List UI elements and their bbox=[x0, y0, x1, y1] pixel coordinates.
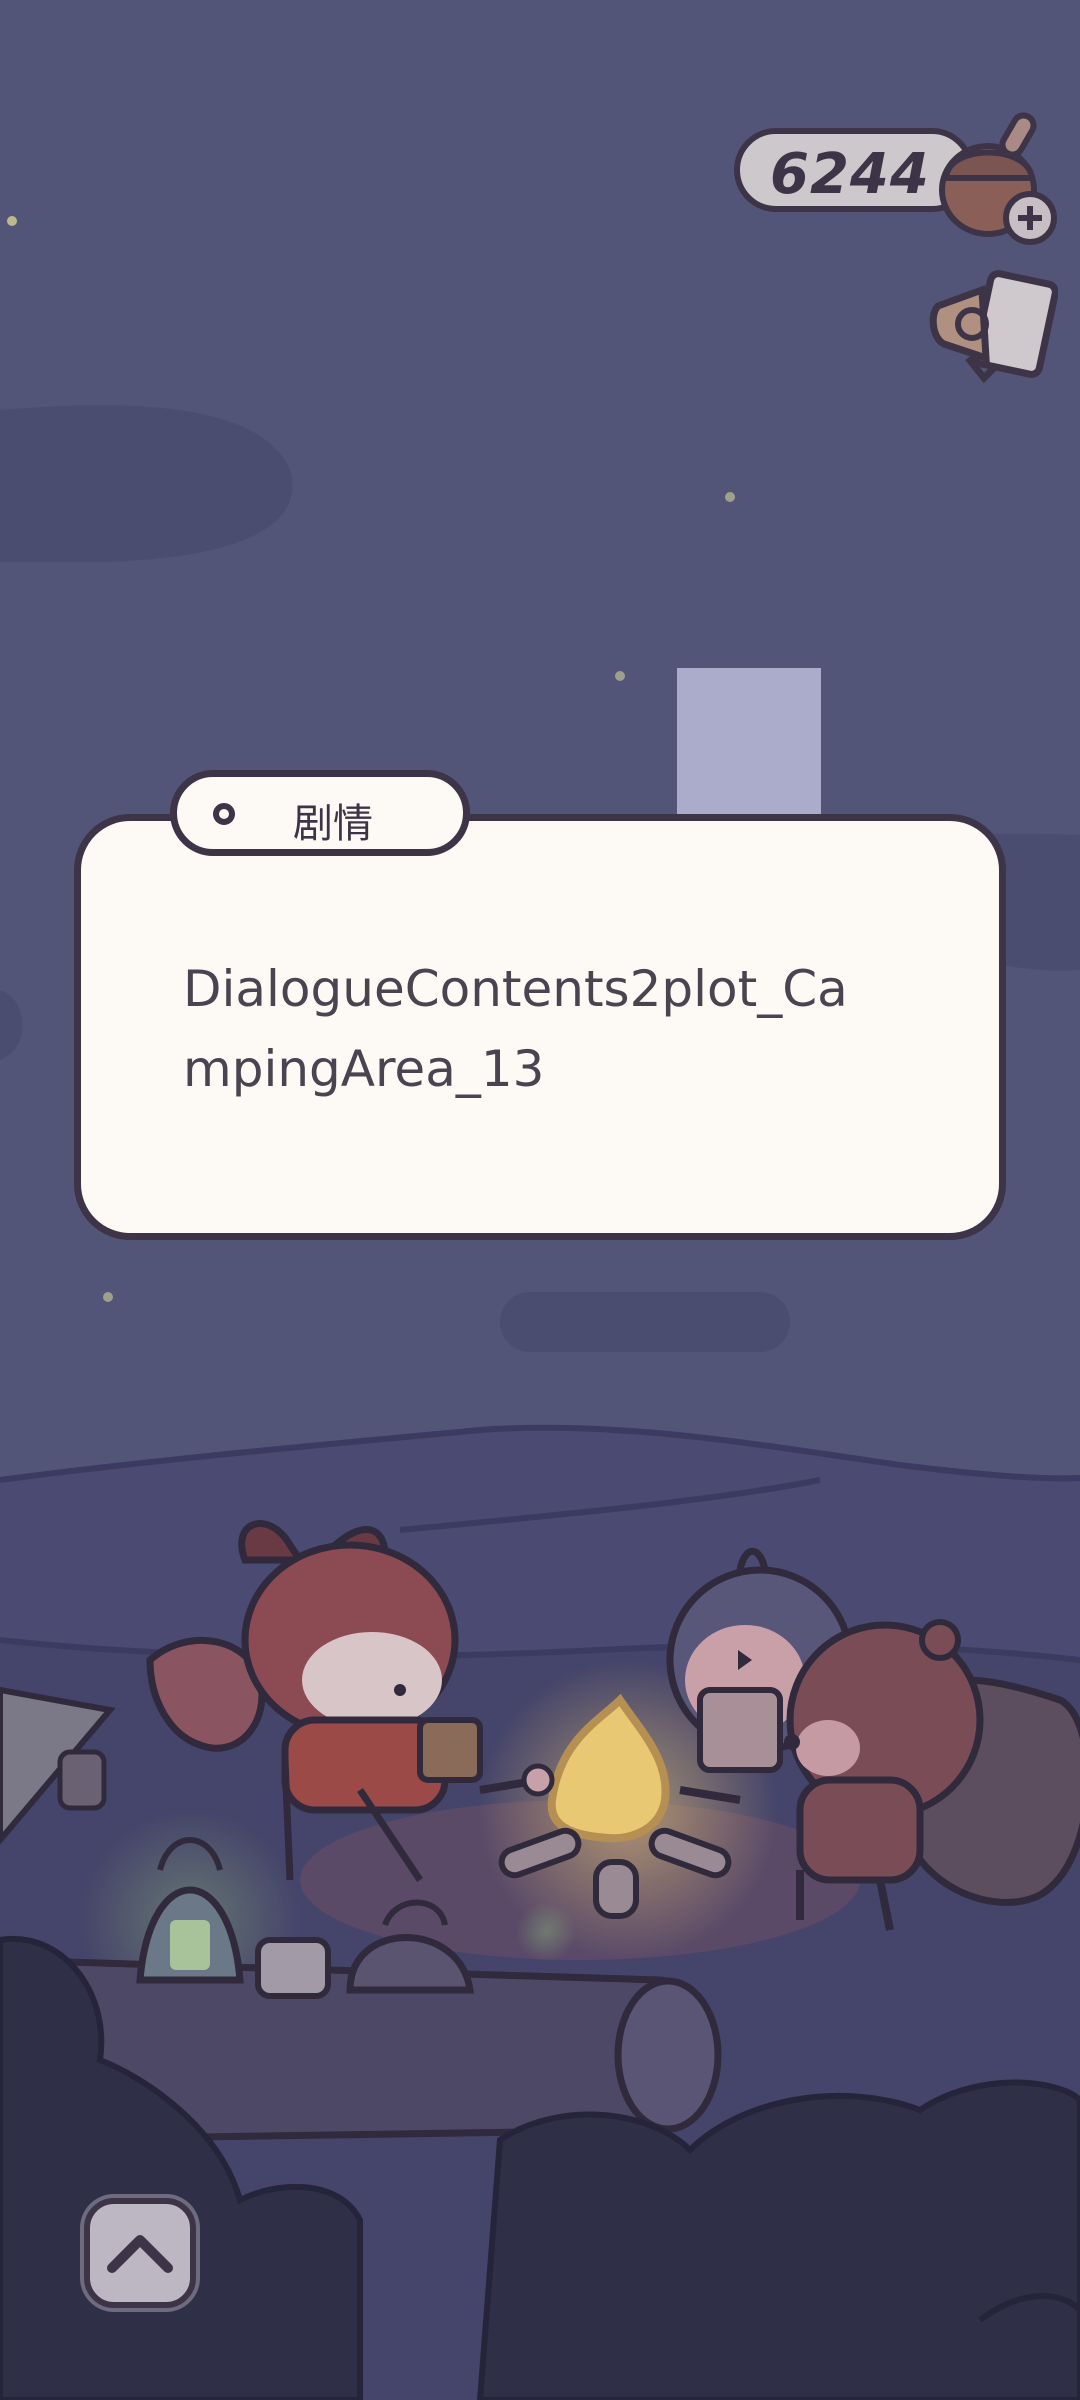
game-screen: 6244 DialogueContents2plot_CampingArea_1… bbox=[0, 0, 1080, 2400]
collapse-button[interactable] bbox=[84, 2198, 196, 2308]
dialogue-text: DialogueContents2plot_CampingArea_13 bbox=[183, 960, 848, 1098]
star bbox=[103, 1292, 113, 1302]
placeholder-block bbox=[677, 668, 821, 814]
stump bbox=[57, 1749, 107, 1811]
dialogue-tab: 剧情 bbox=[170, 770, 470, 856]
dialogue-box[interactable]: DialogueContents2plot_CampingArea_13 bbox=[74, 814, 1006, 1240]
star bbox=[7, 216, 17, 226]
acorn-add-icon[interactable] bbox=[938, 108, 1058, 248]
foreground-bush bbox=[476, 2079, 1080, 2400]
star bbox=[725, 492, 735, 502]
chevron-up-icon bbox=[107, 2235, 173, 2273]
star bbox=[615, 671, 625, 681]
tab-dot-icon bbox=[213, 803, 235, 825]
dialogue-tab-label: 剧情 bbox=[293, 801, 373, 847]
mug bbox=[255, 1937, 331, 1999]
cloud bbox=[500, 1292, 790, 1352]
ad-video-reward-icon[interactable] bbox=[928, 266, 1058, 386]
currency-value: 6244 bbox=[770, 142, 930, 207]
